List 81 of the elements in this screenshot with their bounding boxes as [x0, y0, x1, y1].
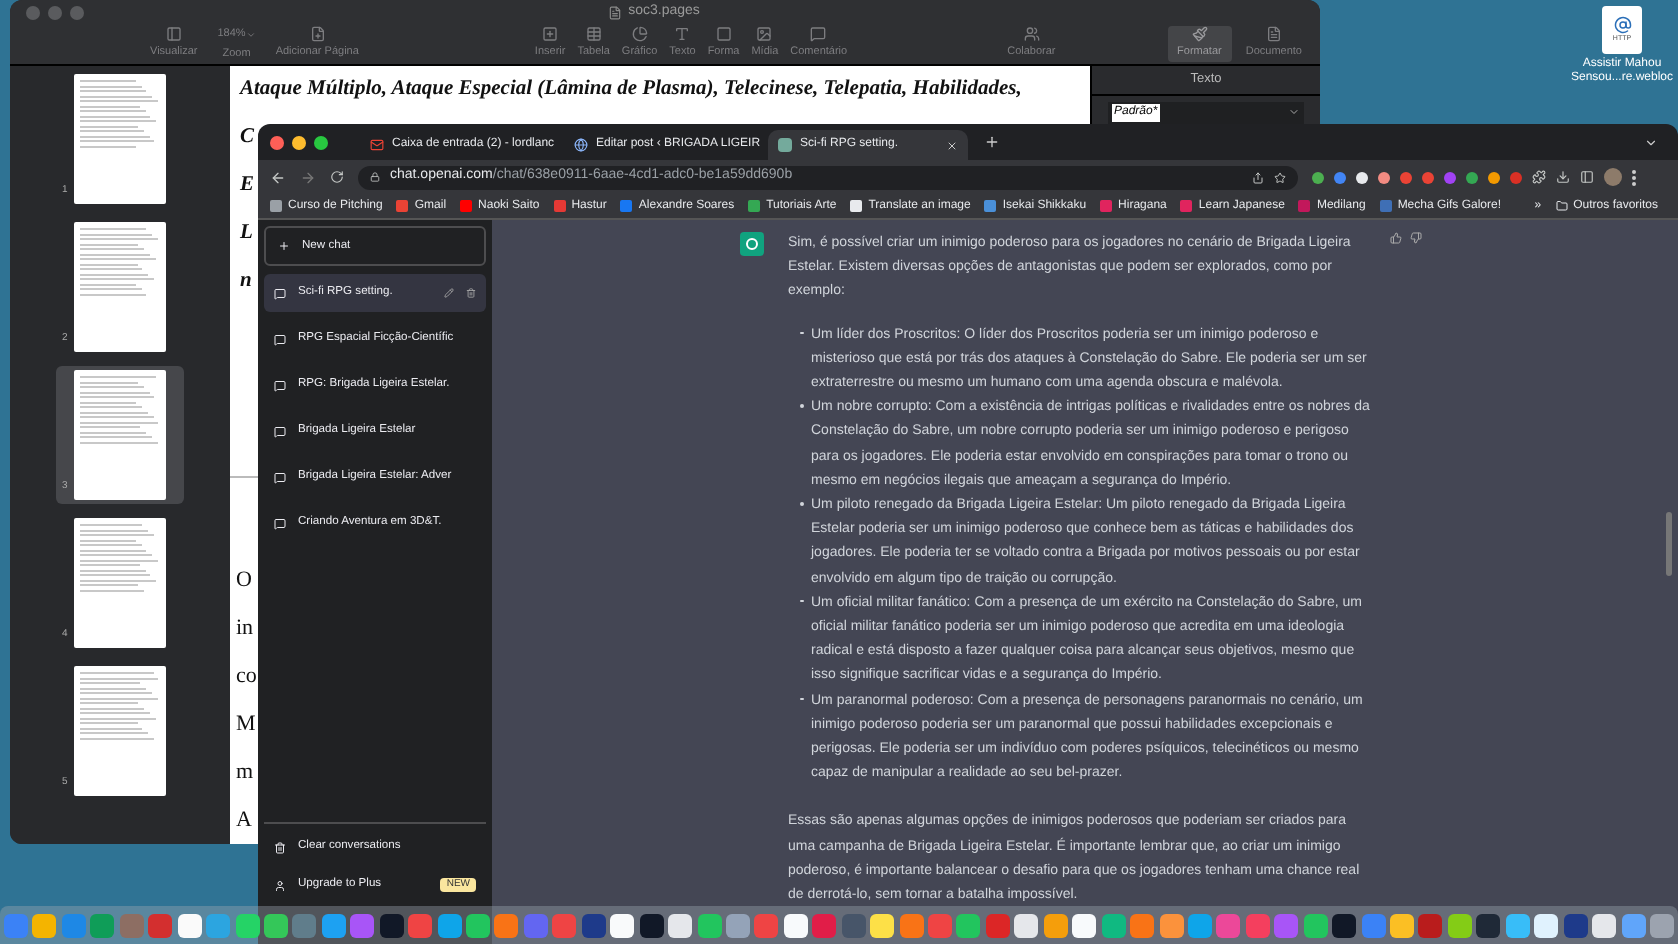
table-icon — [585, 26, 602, 43]
app-icon[interactable] — [668, 913, 693, 937]
side-panel-icon[interactable] — [1580, 170, 1594, 184]
chart-icon — [631, 26, 648, 43]
add-page-icon — [309, 26, 326, 43]
extensions-icon[interactable] — [1532, 170, 1546, 184]
chat-bubble-icon — [274, 471, 286, 483]
page-preview — [73, 518, 166, 648]
delete-icon[interactable] — [466, 288, 476, 298]
new-tab-icon[interactable] — [984, 134, 1000, 150]
reload-icon[interactable] — [330, 170, 344, 184]
trash-icon — [274, 841, 286, 853]
text-icon — [674, 26, 691, 43]
globe-icon — [574, 138, 588, 152]
folder-icon — [1555, 200, 1568, 212]
app-icon[interactable] — [1476, 913, 1501, 937]
chat-bubble-icon — [274, 379, 286, 391]
chat-bubble-icon — [274, 287, 286, 299]
page-preview — [73, 74, 166, 204]
scrollbar-thumb[interactable] — [1666, 512, 1672, 576]
document-text: C — [240, 124, 255, 152]
forward-icon[interactable] — [300, 169, 316, 185]
app-icon[interactable] — [1390, 913, 1414, 937]
plus-icon — [278, 240, 290, 252]
app-icon[interactable] — [956, 913, 981, 937]
document-text: M — [236, 710, 256, 740]
document-text: E — [240, 172, 255, 200]
page-preview — [73, 666, 166, 796]
comment-icon — [810, 26, 827, 43]
document-text: m — [236, 758, 254, 788]
chevron-icon — [245, 29, 256, 40]
insert-icon — [542, 26, 559, 43]
paintbrush-icon — [1191, 26, 1208, 43]
profile-avatar[interactable] — [1604, 168, 1622, 186]
mail-icon — [370, 138, 384, 152]
document-icon — [608, 5, 623, 19]
document-text: L — [240, 220, 253, 248]
back-icon[interactable] — [270, 169, 286, 185]
chevron-icon — [1288, 106, 1300, 119]
image-icon — [756, 26, 773, 43]
chat-bubble-icon — [274, 333, 286, 345]
app-icon[interactable] — [610, 913, 635, 937]
document-text: Ataque Múltiplo, Ataque Especial (Lâmina de Plasma), Telecinese, Telepatia, Habilidades, — [240, 76, 1022, 104]
zoom-button[interactable] — [314, 135, 328, 149]
people-icon — [1023, 26, 1040, 43]
shape-icon — [715, 26, 732, 43]
document-text: A — [236, 806, 252, 836]
sidebar-icon — [165, 26, 182, 43]
close-tab-icon[interactable] — [946, 139, 958, 151]
app-icon[interactable] — [466, 913, 490, 937]
tab-list-icon[interactable] — [1644, 135, 1658, 149]
app-icon[interactable] — [1014, 913, 1039, 937]
document-icon — [1265, 26, 1282, 43]
lock-icon — [370, 172, 380, 182]
app-icon[interactable] — [1534, 913, 1559, 937]
app-icon[interactable] — [1592, 913, 1617, 937]
share-icon[interactable] — [1252, 171, 1264, 183]
star-icon[interactable] — [1274, 171, 1286, 183]
page-preview — [73, 222, 166, 352]
app-icon[interactable] — [1332, 913, 1357, 937]
thumbs-down-icon[interactable] — [1410, 232, 1422, 244]
app-icon[interactable] — [177, 913, 202, 937]
app-icon[interactable] — [32, 913, 57, 937]
at-sign-icon — [1613, 15, 1631, 34]
document-text: co — [236, 662, 257, 692]
app-icon[interactable] — [870, 913, 895, 937]
document-text: O — [236, 566, 252, 596]
user-icon — [274, 879, 286, 891]
thumbs-up-icon[interactable] — [1390, 232, 1402, 244]
document-text: n — [240, 268, 252, 296]
app-icon[interactable] — [1072, 913, 1097, 937]
minimize-button[interactable] — [292, 135, 306, 149]
close-button[interactable] — [270, 135, 284, 149]
chat-bubble-icon — [274, 425, 286, 437]
assistant-avatar — [740, 232, 764, 256]
chat-bubble-icon — [274, 517, 286, 529]
page-preview — [73, 370, 166, 500]
download-icon[interactable] — [1556, 170, 1570, 184]
document-text: in — [236, 614, 254, 644]
edit-icon[interactable] — [444, 288, 454, 298]
chat-logo-icon — [778, 138, 792, 152]
